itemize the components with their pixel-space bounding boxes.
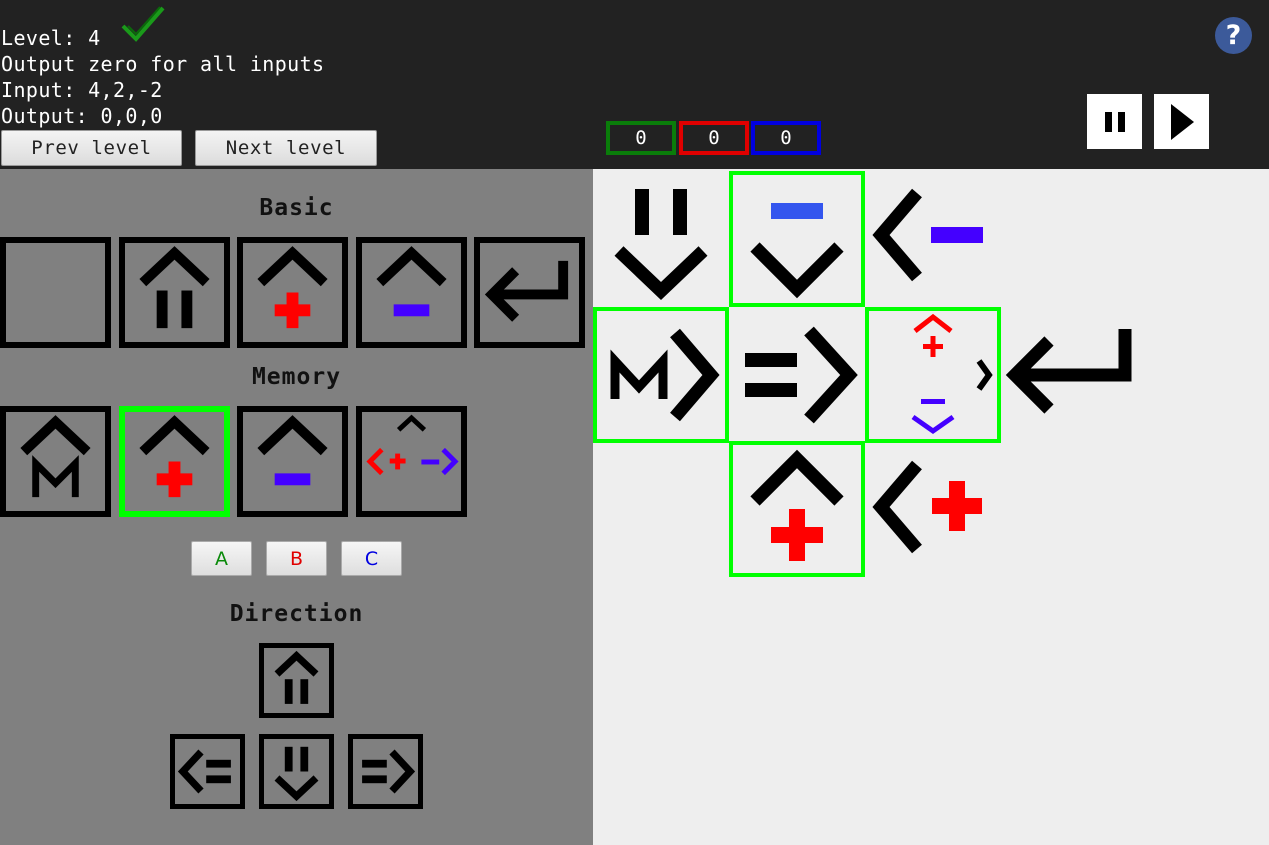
tile-palette: Basic Memory A B C Direction [0,169,593,845]
board-cell-down-wait[interactable] [593,171,729,307]
level-info: Level: 4 Output zero for all inputs Inpu… [1,25,324,129]
board-cell-branch[interactable] [865,307,1001,443]
direction-left-tile[interactable] [170,734,245,809]
play-button[interactable] [1154,94,1209,149]
level-description: Output zero for all inputs [1,52,325,76]
program-board[interactable] [593,169,1269,845]
left-subtract-icon [872,188,983,282]
next-level-button[interactable]: Next level [195,130,377,166]
return-tile[interactable] [474,237,585,348]
direction-down-tile[interactable] [259,734,334,809]
right-memory-icon [610,328,720,422]
up-add-icon [139,415,210,498]
up-add-tile-selected[interactable] [119,406,230,517]
up-subtract-tile[interactable] [237,406,348,517]
board-cell-right[interactable] [729,307,865,443]
direction-up-tile[interactable] [259,643,334,718]
down-subtract-icon [750,203,844,299]
register-c-button[interactable]: C [341,541,402,576]
up-wait-tile[interactable] [119,237,230,348]
return-icon [484,260,569,322]
down-arrow-icon [274,746,319,802]
board-cell-left-add[interactable] [865,441,1001,577]
register-b-value: 0 [679,121,749,155]
level-input: Input: 4,2,-2 [1,78,163,102]
help-button[interactable]: ? [1215,17,1252,54]
basic-section-title: Basic [259,195,334,221]
board-cell-left-subtract[interactable] [865,171,1001,307]
branch-icon [911,313,993,435]
up-add-icon [257,246,328,329]
level-label: Level: 4 [1,26,101,50]
register-c-value: 0 [751,121,821,155]
down-wait-icon [614,189,708,300]
up-wait-icon [139,246,210,329]
memory-section-title: Memory [251,364,342,390]
up-add-icon [750,449,844,561]
board-cell-up-add[interactable] [729,441,865,577]
up-subtract-tile[interactable] [356,237,467,348]
up-arrow-icon [274,650,319,704]
up-memory-tile[interactable] [0,406,111,517]
top-bar: Level: 4 Output zero for all inputs Inpu… [0,0,1269,169]
left-arrow-icon [177,749,231,794]
register-a-value: 0 [606,121,676,155]
direction-section-title: Direction [229,601,364,627]
direction-right-tile[interactable] [348,734,423,809]
level-output: Output: 0,0,0 [1,104,163,128]
board-cell-down-subtract[interactable] [729,171,865,307]
up-memory-icon [20,415,91,498]
return-icon [1005,329,1132,414]
pause-icon [1104,111,1125,132]
right-arrow-icon [362,749,416,794]
pause-button[interactable] [1087,94,1142,149]
left-add-icon [872,460,982,554]
up-subtract-icon [376,246,447,317]
register-a-button[interactable]: A [191,541,252,576]
branch-icon [366,414,459,476]
right-arrow-icon [745,326,858,424]
up-subtract-icon [257,415,328,486]
prev-level-button[interactable]: Prev level [1,130,182,166]
board-cell-return[interactable] [1001,307,1137,443]
board-cell-right-memory[interactable] [593,307,729,443]
up-add-tile[interactable] [237,237,348,348]
empty-tile[interactable] [0,237,111,348]
play-icon [1170,103,1194,140]
register-b-button[interactable]: B [266,541,327,576]
branch-tile[interactable] [356,406,467,517]
